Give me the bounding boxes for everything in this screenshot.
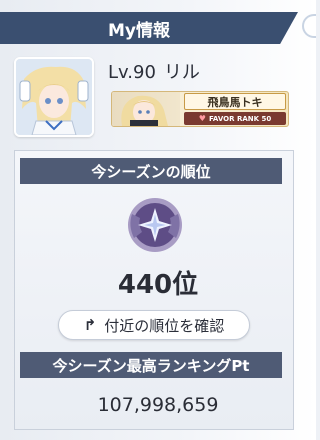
player-name: リル — [163, 62, 200, 83]
season-best-points-value: 107,998,659 — [97, 394, 219, 416]
player-level: Lv.90 — [108, 62, 156, 83]
season-rank-value: 440位 — [117, 270, 199, 300]
rank-emblem-icon — [128, 198, 182, 252]
student-portrait — [112, 92, 180, 126]
student-portrait-icon — [121, 95, 168, 126]
season-best-points-heading-label: 今シーズン最高ランキングPt — [52, 356, 250, 375]
avatar-portrait-icon — [16, 59, 92, 135]
season-rank-heading: 今シーズンの順位 — [20, 158, 282, 184]
favor-rank-badge: ♥ FAVOR RANK 50 — [184, 112, 286, 125]
student-name: 飛鳥馬トキ — [184, 93, 286, 110]
favor-rank-label: FAVOR RANK 50 — [208, 114, 272, 123]
season-rank-heading-label: 今シーズンの順位 — [91, 162, 211, 181]
level-name-line: Lv.90 リル — [108, 58, 200, 84]
check-nearby-rank-button[interactable]: ↱ 付近の順位を確認 — [58, 310, 250, 340]
check-nearby-rank-label: 付近の順位を確認 — [104, 316, 225, 335]
favor-student-card[interactable]: 飛鳥馬トキ ♥ FAVOR RANK 50 — [111, 91, 289, 127]
heart-icon: ♥ — [198, 114, 206, 123]
title-header: My情報 — [0, 12, 298, 44]
season-best-points-heading: 今シーズン最高ランキングPt — [20, 352, 282, 378]
page-title: My情報 — [108, 20, 170, 41]
avatar[interactable] — [14, 57, 94, 137]
share-arrow-icon: ↱ — [83, 316, 97, 334]
